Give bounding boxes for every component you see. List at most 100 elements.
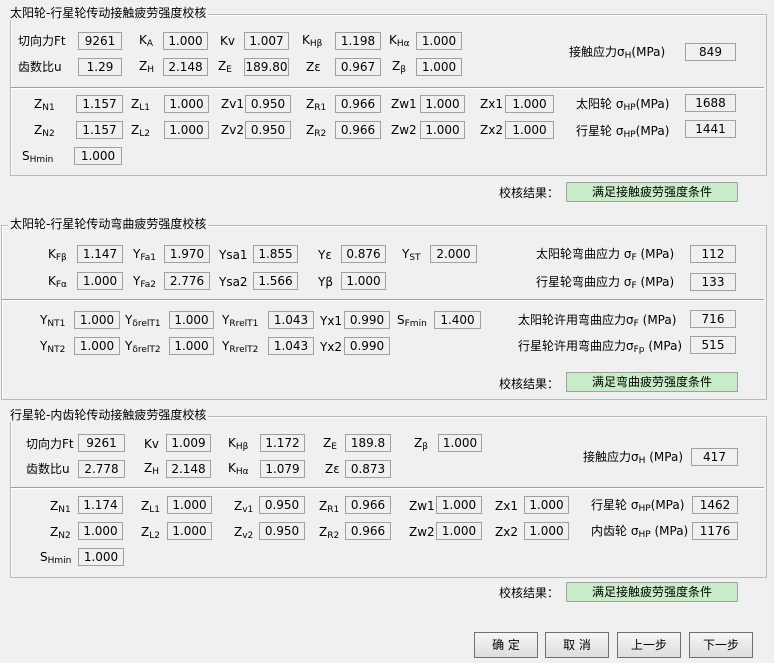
shmin-label: SHmin [22, 149, 54, 165]
ysa2-label: Ysa2 [219, 275, 248, 289]
zn1-field[interactable]: 1.157 [76, 95, 123, 113]
zr1-field[interactable]: 0.966 [335, 95, 381, 113]
yx1-field[interactable]: 0.990 [344, 311, 390, 329]
ybeta-field[interactable]: 1.000 [341, 272, 386, 290]
group1-separator [11, 87, 764, 89]
kv-field[interactable]: 1.007 [244, 32, 289, 50]
yrrelt2-field[interactable]: 1.043 [268, 337, 314, 355]
kv3-label: Kv [144, 437, 159, 451]
sun-f-field[interactable]: 112 [690, 245, 736, 263]
zv2-3-field[interactable]: 0.950 [259, 522, 305, 540]
zn2-field[interactable]: 1.157 [76, 121, 123, 139]
u-field[interactable]: 1.29 [78, 58, 122, 76]
planet-fp-field[interactable]: 515 [690, 336, 736, 354]
kfa-field[interactable]: 1.000 [77, 272, 123, 290]
zr2-3-field[interactable]: 0.966 [345, 522, 391, 540]
group3-separator [11, 487, 764, 489]
yepsilon-field[interactable]: 0.876 [341, 245, 386, 263]
zw1-field[interactable]: 1.000 [420, 95, 465, 113]
ka-field[interactable]: 1.000 [163, 32, 208, 50]
zl2-label: ZL2 [131, 123, 150, 139]
zw2-label: Zw2 [391, 123, 417, 137]
zh3-label: ZH [144, 461, 160, 477]
sfmin-label: SFmin [397, 313, 427, 329]
ok-button[interactable]: 确 定 [474, 632, 538, 658]
zr2-field[interactable]: 0.966 [335, 121, 381, 139]
ydrelt2-field[interactable]: 1.000 [169, 337, 214, 355]
kv3-field[interactable]: 1.009 [166, 434, 211, 452]
next-button[interactable]: 下一步 [689, 632, 753, 658]
ft3-field[interactable]: 9261 [78, 434, 125, 452]
zn2-3-field[interactable]: 1.000 [78, 522, 123, 540]
zv2-field[interactable]: 0.950 [245, 121, 291, 139]
zbeta3-field[interactable]: 1.000 [438, 434, 482, 452]
ft-field[interactable]: 9261 [78, 32, 122, 50]
yst-field[interactable]: 2.000 [430, 245, 477, 263]
khb-field[interactable]: 1.198 [335, 32, 381, 50]
zx2-label: Zx2 [480, 123, 503, 137]
ydrelt1-field[interactable]: 1.000 [169, 311, 214, 329]
zw2-field[interactable]: 1.000 [420, 121, 465, 139]
prev-button[interactable]: 上一步 [617, 632, 681, 658]
ysa1-field[interactable]: 1.855 [253, 245, 298, 263]
zh-label: ZH [139, 59, 155, 75]
kfb-field[interactable]: 1.147 [77, 245, 123, 263]
zv1-3-field[interactable]: 0.950 [259, 496, 305, 514]
yx2-label: Yx2 [320, 340, 343, 354]
zv1-field[interactable]: 0.950 [245, 95, 291, 113]
zr1-3-field[interactable]: 0.966 [345, 496, 391, 514]
zx1-field[interactable]: 1.000 [505, 95, 554, 113]
zw1-3-field[interactable]: 1.000 [436, 496, 482, 514]
zx2-3-field[interactable]: 1.000 [524, 522, 569, 540]
zepsilon-field[interactable]: 0.967 [335, 58, 381, 76]
shmin-field[interactable]: 1.000 [74, 147, 122, 165]
contact-stress-field[interactable]: 849 [685, 43, 736, 61]
ze3-field[interactable]: 189.8 [345, 434, 391, 452]
planet-f-label: 行星轮弯曲应力 σF (MPa) [536, 275, 675, 291]
zbeta-field[interactable]: 1.000 [416, 58, 462, 76]
zl2-3-field[interactable]: 1.000 [167, 522, 212, 540]
cancel-button[interactable]: 取 消 [545, 632, 609, 658]
planet3-hp-field[interactable]: 1462 [692, 496, 738, 514]
yrrelt2-label: YRrelT2 [222, 339, 259, 355]
sun-fp-label: 太阳轮许用弯曲应力σF (MPa) [518, 313, 677, 329]
u3-field[interactable]: 2.778 [78, 460, 125, 478]
ze-field[interactable]: 189.80 [244, 58, 289, 76]
zepsilon3-field[interactable]: 0.873 [345, 460, 391, 478]
yx2-field[interactable]: 0.990 [344, 337, 390, 355]
sun-fp-field[interactable]: 716 [690, 310, 736, 328]
zl2-field[interactable]: 1.000 [164, 121, 209, 139]
zr2-3-label: ZR2 [319, 525, 340, 541]
sfmin-field[interactable]: 1.400 [434, 311, 481, 329]
zl1-3-field[interactable]: 1.000 [167, 496, 212, 514]
zx1-3-field[interactable]: 1.000 [524, 496, 569, 514]
yfa2-field[interactable]: 2.776 [164, 272, 210, 290]
zh3-field[interactable]: 2.148 [166, 460, 211, 478]
khb3-field[interactable]: 1.172 [260, 434, 305, 452]
planet-hp-field[interactable]: 1441 [685, 120, 736, 138]
contact-stress3-field[interactable]: 417 [691, 448, 738, 466]
zw2-3-field[interactable]: 1.000 [436, 522, 482, 540]
ysa2-field[interactable]: 1.566 [253, 272, 298, 290]
zw2-3-label: Zw2 [409, 525, 435, 539]
zx2-field[interactable]: 1.000 [505, 121, 554, 139]
zn1-3-field[interactable]: 1.174 [78, 496, 123, 514]
yrrelt1-field[interactable]: 1.043 [268, 311, 314, 329]
kha-field[interactable]: 1.000 [416, 32, 462, 50]
kha3-field[interactable]: 1.079 [260, 460, 305, 478]
ring-hp-field[interactable]: 1176 [692, 522, 738, 540]
zl1-field[interactable]: 1.000 [164, 95, 209, 113]
zh-field[interactable]: 2.148 [163, 58, 208, 76]
sun-hp-field[interactable]: 1688 [685, 94, 736, 112]
ka-label: KA [139, 33, 154, 49]
ynt2-field[interactable]: 1.000 [74, 337, 120, 355]
ze3-label: ZE [323, 436, 337, 452]
zw1-3-label: Zw1 [409, 499, 435, 513]
planet-f-field[interactable]: 133 [690, 273, 736, 291]
yfa1-field[interactable]: 1.970 [164, 245, 210, 263]
planet-hp-label: 行星轮 σHP(MPa) [576, 124, 670, 140]
khb-label: KHβ [302, 33, 323, 49]
ynt1-field[interactable]: 1.000 [74, 311, 120, 329]
shmin3-field[interactable]: 1.000 [78, 548, 124, 566]
planet3-hp-label: 行星轮 σHP(MPa) [591, 498, 685, 514]
